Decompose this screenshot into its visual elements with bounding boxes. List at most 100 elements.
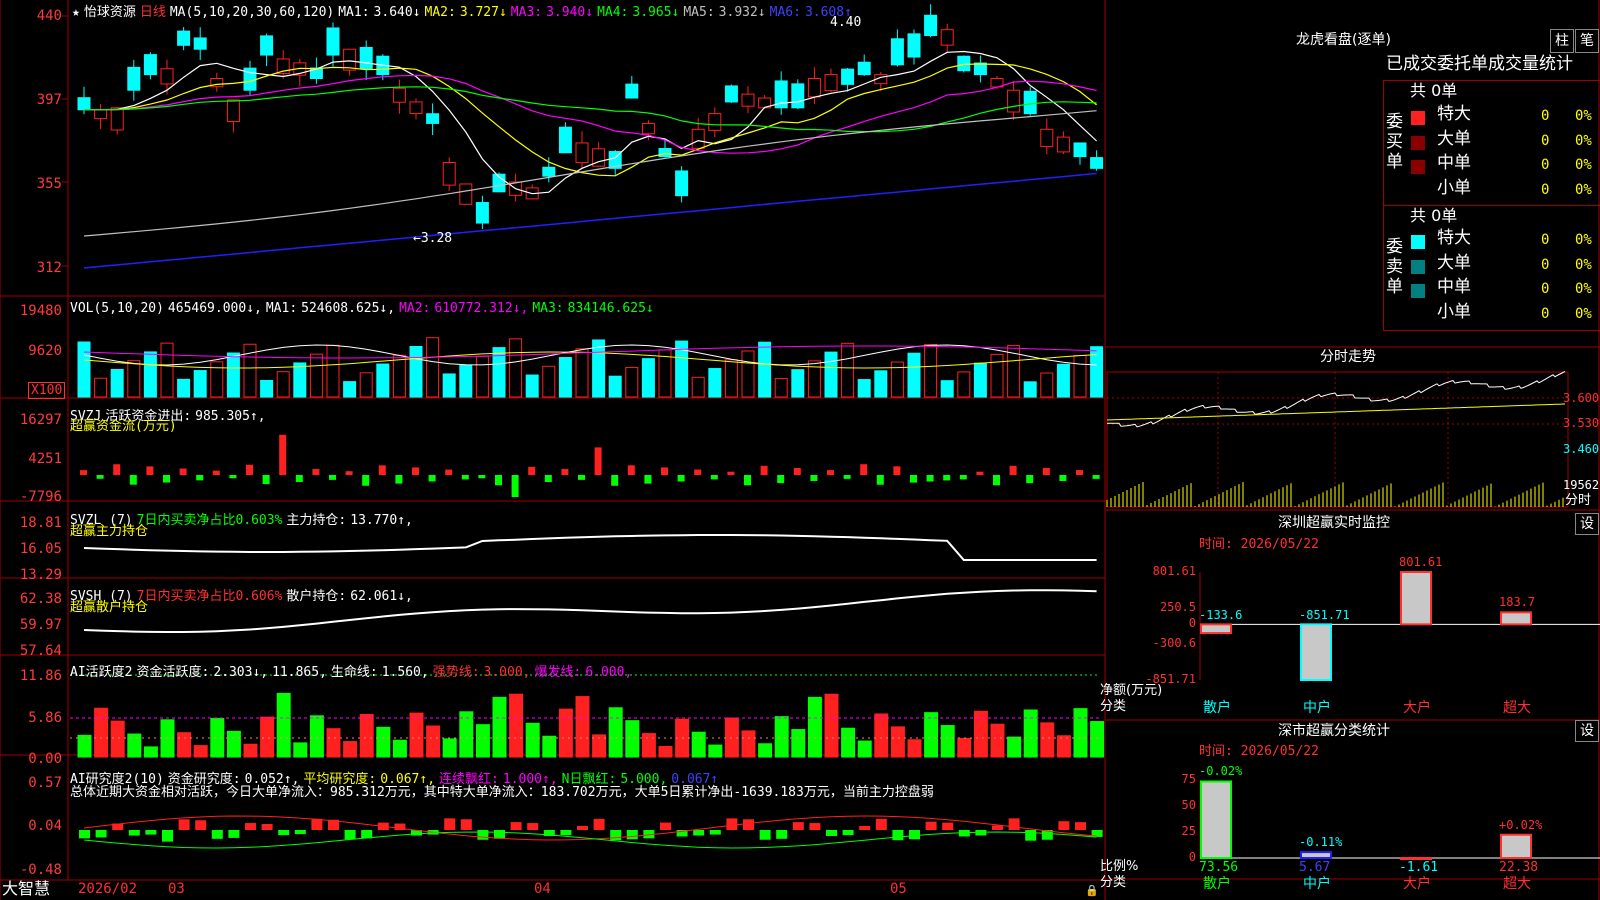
ma5-value: 3.932↓ bbox=[718, 5, 766, 20]
candle-body bbox=[924, 14, 938, 37]
candle-body bbox=[890, 38, 904, 66]
volume-bar bbox=[276, 371, 290, 398]
fund-flow-bar bbox=[329, 475, 336, 480]
chart-canvas[interactable] bbox=[0, 0, 1600, 900]
intraday-price-tick: 3.460 bbox=[1563, 442, 1600, 456]
ma4-label: MA4: bbox=[597, 5, 629, 20]
sz-monitor-value: 183.7 bbox=[1499, 595, 1536, 609]
vol-ma1-label: MA1: bbox=[265, 301, 298, 316]
order-count: 0 bbox=[1541, 232, 1550, 248]
research-bar bbox=[577, 825, 588, 830]
fund-flow-bar bbox=[860, 464, 868, 475]
fund-flow-bar bbox=[461, 475, 469, 480]
activity-bar bbox=[293, 742, 308, 758]
activity-bar bbox=[509, 693, 524, 758]
sz-class-settings-button[interactable]: 设 bbox=[1575, 720, 1599, 742]
volume-bar bbox=[226, 352, 240, 398]
candle-body bbox=[675, 170, 689, 197]
activity-bar bbox=[309, 715, 324, 758]
sz-monitor-bar bbox=[1500, 611, 1532, 626]
candle-body bbox=[724, 85, 738, 103]
research-bar bbox=[145, 830, 157, 835]
fund-flow-bar bbox=[196, 475, 204, 481]
volume-bar bbox=[426, 337, 440, 398]
activity-bar bbox=[243, 743, 258, 758]
activity-bar bbox=[459, 711, 474, 758]
stock-name[interactable]: 怡球资源 bbox=[84, 5, 136, 20]
order-size-name: 小单 bbox=[1437, 301, 1471, 322]
research-bar bbox=[660, 822, 671, 830]
ai1-title[interactable]: AI活跃度2 bbox=[70, 665, 132, 680]
research-bar bbox=[925, 821, 937, 830]
vol-title[interactable]: VOL(5,10,20) bbox=[70, 301, 164, 316]
intraday-frame bbox=[1106, 371, 1569, 508]
brand-logo[interactable]: 大智慧 bbox=[2, 881, 50, 897]
fund-flow-bar bbox=[644, 475, 652, 484]
pen-mode-button[interactable]: 笔 bbox=[1575, 29, 1599, 53]
longhu-tabs[interactable]: 已成交委托单成交量统计 bbox=[1386, 56, 1573, 73]
candle-body bbox=[426, 113, 440, 124]
research-bar bbox=[178, 819, 190, 830]
fund-flow-bar bbox=[611, 475, 619, 486]
activity-bar bbox=[658, 745, 673, 758]
favorite-star-icon[interactable]: ★ bbox=[72, 5, 80, 20]
order-count: 0 bbox=[1541, 157, 1550, 173]
date-axis-label: 03 bbox=[168, 881, 185, 897]
ai1-header: AI活跃度2 资金活跃度: 2.303↓, 11.865, 生命线: 1.560, 强势线:… bbox=[70, 661, 636, 680]
ma5-label: MA5: bbox=[683, 5, 715, 20]
order-pct: 0% bbox=[1575, 108, 1592, 124]
svzl-value: 13.770↑, bbox=[350, 513, 413, 528]
ma2-value: 3.727↓ bbox=[459, 5, 507, 20]
sz-monitor-value: -133.6 bbox=[1199, 608, 1243, 622]
activity-bar bbox=[326, 728, 341, 758]
volume-bar bbox=[392, 354, 406, 398]
sz-monitor-settings-button[interactable]: 设 bbox=[1575, 513, 1599, 535]
order-pct: 0% bbox=[1575, 181, 1592, 198]
candle-body bbox=[359, 46, 373, 70]
volume-bar bbox=[359, 372, 373, 398]
fund-flow-bar bbox=[727, 471, 735, 475]
fund-flow-bar bbox=[362, 475, 370, 486]
candle-body bbox=[193, 37, 207, 50]
candle-body bbox=[1090, 157, 1104, 169]
activity-bar bbox=[791, 729, 806, 758]
activity-bar bbox=[1007, 736, 1022, 758]
fund-flow-bar bbox=[295, 475, 303, 483]
ai1-value: 3.000, bbox=[483, 665, 531, 680]
fund-flow-bar bbox=[1026, 475, 1034, 484]
activity-bar bbox=[260, 716, 275, 758]
svzl-y-tick: 16.05 bbox=[19, 541, 62, 557]
volume-bar bbox=[143, 351, 157, 398]
order-count: 0 bbox=[1541, 181, 1550, 198]
order-size-name: 中单 bbox=[1437, 277, 1471, 297]
bar-mode-button[interactable]: 柱 bbox=[1550, 29, 1574, 53]
low-price-marker: ←3.28 bbox=[413, 231, 453, 246]
fund-flow-bar bbox=[163, 475, 170, 483]
sz-class-bar bbox=[1400, 857, 1432, 860]
candle-body bbox=[94, 109, 108, 120]
fund-flow-bar bbox=[345, 471, 353, 475]
ai1-y-tick: 11.86 bbox=[19, 668, 62, 684]
sz-class-time: 时间: 2026/05/22 bbox=[1199, 744, 1319, 759]
lock-icon[interactable]: 🔒 bbox=[1085, 883, 1099, 898]
period-label[interactable]: 日线 bbox=[140, 5, 166, 20]
svsh-value: 62.061↓, bbox=[350, 589, 413, 604]
order-size-swatch bbox=[1411, 111, 1425, 125]
research-bar bbox=[709, 830, 721, 835]
ma2-label: MA2: bbox=[424, 5, 456, 20]
order-pct: 0% bbox=[1575, 256, 1592, 273]
order-count: 0 bbox=[1541, 108, 1550, 124]
fund-flow-bar bbox=[395, 475, 403, 484]
intraday-vol-tick: 19562 bbox=[1563, 478, 1600, 492]
sz-monitor-title: 深圳超赢实时监控 bbox=[1278, 515, 1390, 531]
date-axis-label: 05 bbox=[890, 881, 907, 897]
research-bar bbox=[162, 830, 173, 842]
fund-flow-bar bbox=[428, 475, 436, 482]
activity-bar bbox=[77, 734, 92, 758]
fund-flow-bar bbox=[710, 475, 718, 480]
fund-flow-bar bbox=[793, 467, 801, 475]
volume-bar bbox=[857, 379, 871, 398]
activity-bar bbox=[558, 708, 573, 758]
candle-body bbox=[575, 142, 589, 164]
order-size-name: 特大 bbox=[1437, 228, 1471, 248]
